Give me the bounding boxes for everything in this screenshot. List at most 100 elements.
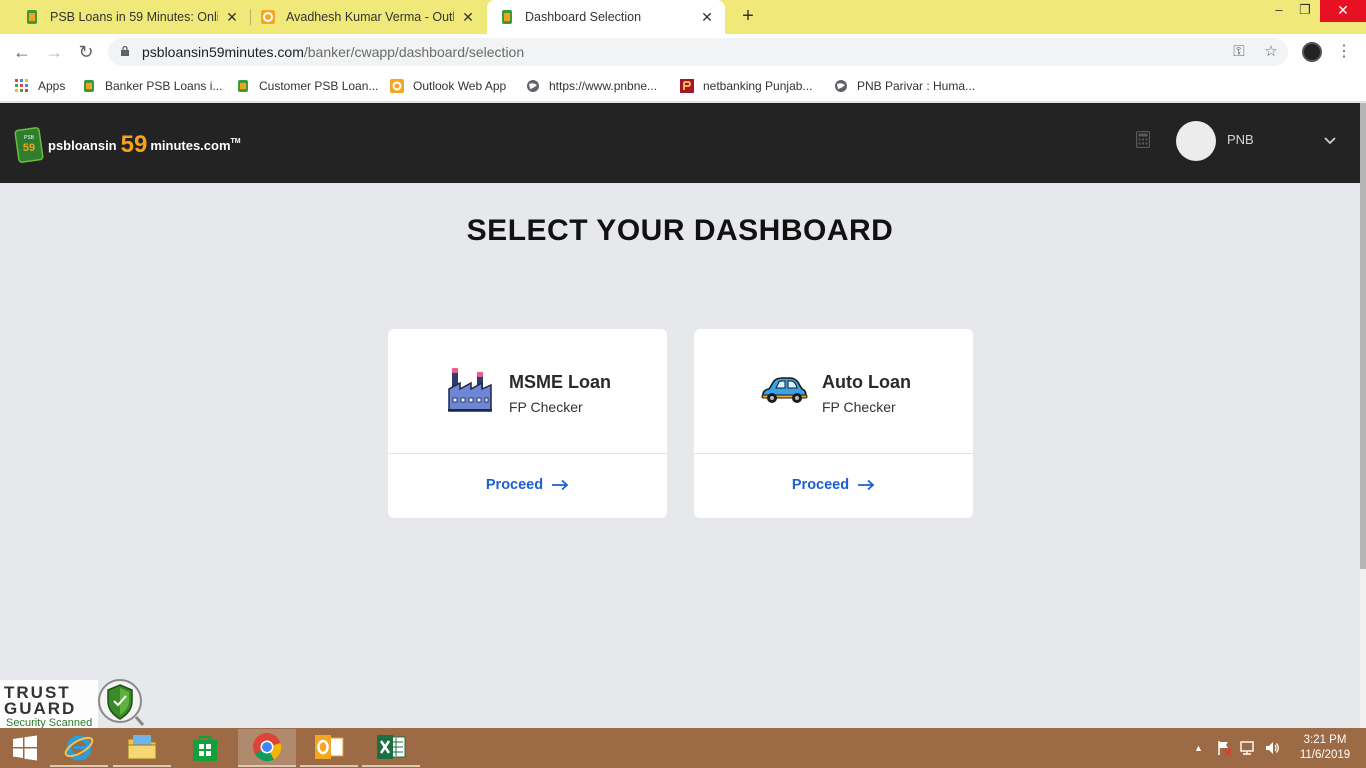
bookmarks-bar: Apps Banker PSB Loans i... Customer PSB … — [0, 70, 1366, 102]
bookmark-customer-psb[interactable]: Customer PSB Loan... — [235, 76, 378, 96]
restore-button[interactable]: ❐ — [1290, 0, 1320, 22]
user-avatar[interactable] — [1176, 121, 1216, 161]
tab-outlook[interactable]: Avadhesh Kumar Verma - Outloo ✕ — [250, 0, 486, 34]
outlook-icon — [260, 9, 276, 25]
action-center-flag-icon[interactable] — [1216, 740, 1232, 756]
factory-icon — [448, 368, 492, 412]
apps-grid-icon — [14, 78, 30, 94]
close-icon[interactable]: ✕ — [460, 9, 476, 26]
auto-loan-card[interactable]: Auto Loan FP Checker Proceed — [694, 329, 973, 518]
logo-badge-number: 59 — [23, 142, 35, 154]
taskbar-store[interactable] — [176, 729, 234, 767]
proceed-label: Proceed — [791, 477, 850, 493]
globe-icon — [525, 78, 541, 94]
proceed-button[interactable]: Proceed — [388, 477, 667, 493]
card-subtitle: FP Checker — [822, 399, 896, 415]
lock-icon — [121, 46, 129, 56]
excel-icon — [377, 735, 406, 759]
logo-text-prefix: psbloansin — [48, 137, 117, 153]
logo-text-suffix: minutes.com — [150, 137, 231, 153]
window-close-button[interactable]: ✕ — [1320, 0, 1366, 22]
taskbar-clock[interactable]: 3:21 PM 11/6/2019 — [1296, 733, 1354, 763]
bookmark-label: PNB Parivar : Huma... — [857, 79, 976, 93]
back-button[interactable]: ← — [10, 40, 34, 64]
tab-title: PSB Loans in 59 Minutes: Online L — [50, 10, 218, 24]
url-text: psbloansin59minutes.com/banker/cwapp/das… — [142, 44, 524, 60]
bookmark-label: Banker PSB Loans i... — [105, 79, 223, 93]
new-tab-button[interactable]: + — [737, 6, 759, 28]
pnb-icon — [679, 78, 695, 94]
show-hidden-icons[interactable]: ▲ — [1194, 743, 1203, 753]
trust-guard-box: TRUST GUARD Security Scanned — [0, 680, 98, 729]
card-subtitle: FP Checker — [509, 399, 583, 415]
file-explorer-icon — [127, 735, 157, 760]
logo-number: 59 — [120, 131, 148, 158]
url-path: /banker/cwapp/dashboard/selection — [303, 44, 525, 60]
bookmark-label: netbanking Punjab... — [703, 79, 813, 93]
menu-icon[interactable]: ⋮ — [1336, 40, 1352, 64]
bookmark-label: https://www.pnbne... — [549, 79, 658, 93]
bookmark-outlook-web-app[interactable]: Outlook Web App — [389, 76, 506, 96]
card-header: MSME Loan FP Checker — [388, 329, 667, 454]
reload-button[interactable]: ↻ — [74, 40, 98, 64]
outlook-icon — [389, 78, 405, 94]
tab-title: Dashboard Selection — [525, 10, 642, 24]
page-scrollbar-thumb[interactable] — [1360, 103, 1366, 569]
forward-button[interactable]: → — [42, 40, 66, 64]
browser-toolbar: ← → ↻ psbloansin59minutes.com/banker/cwa… — [0, 34, 1366, 70]
globe-icon — [833, 78, 849, 94]
bookmark-banker-psb[interactable]: Banker PSB Loans i... — [81, 76, 222, 96]
page-title: SELECT YOUR DASHBOARD — [466, 214, 894, 247]
psb-favicon-icon — [81, 78, 97, 94]
card-header: Auto Loan FP Checker — [694, 329, 973, 454]
address-bar[interactable]: psbloansin59minutes.com/banker/cwapp/das… — [108, 38, 1288, 66]
logo-badge-icon: PSB 59 — [14, 127, 44, 163]
taskbar-chrome[interactable] — [238, 729, 296, 767]
trust-guard-seal[interactable]: TRUST GUARD Security Scanned — [0, 677, 146, 729]
msme-loan-card[interactable]: MSME Loan FP Checker Proceed — [388, 329, 667, 518]
network-icon[interactable] — [1240, 740, 1256, 756]
store-icon — [193, 736, 217, 761]
star-icon[interactable]: ☆ — [1261, 42, 1281, 62]
close-icon[interactable]: ✕ — [224, 9, 240, 26]
car-icon — [761, 377, 808, 403]
bookmark-label: Outlook Web App — [413, 79, 507, 93]
arrow-right-icon — [858, 479, 875, 491]
close-icon[interactable]: ✕ — [699, 9, 715, 26]
bookmark-netbanking-punjab[interactable]: netbanking Punjab... — [679, 76, 812, 96]
card-title: Auto Loan — [822, 372, 911, 392]
trust-guard-line2: GUARD — [4, 699, 77, 718]
calculator-icon[interactable] — [1136, 131, 1150, 148]
taskbar-internet-explorer[interactable] — [50, 729, 108, 767]
shield-icon — [98, 679, 144, 726]
start-icon — [13, 735, 37, 761]
bookmark-apps[interactable]: Apps — [14, 76, 65, 96]
internet-explorer-icon — [64, 735, 94, 761]
proceed-button[interactable]: Proceed — [694, 477, 973, 493]
psb-favicon-icon — [235, 78, 251, 94]
card-title: MSME Loan — [509, 372, 611, 392]
clock-time: 3:21 PM — [1303, 734, 1347, 746]
windows-taskbar: ▲ 3:21 PM 11/6/2019 — [0, 728, 1366, 768]
taskbar-excel[interactable] — [362, 729, 420, 767]
user-name[interactable]: PNB — [1227, 132, 1254, 147]
tab-psb-loans[interactable]: PSB Loans in 59 Minutes: Online L ✕ — [0, 0, 250, 34]
taskbar-file-explorer[interactable] — [113, 729, 171, 767]
app-header: PSB 59 psbloansin 59 minutes.com TM PNB — [0, 103, 1360, 183]
key-icon[interactable]: ⚿ — [1229, 42, 1249, 62]
start-button[interactable] — [0, 729, 50, 767]
bookmark-label: Apps — [38, 79, 66, 93]
chevron-down-icon[interactable] — [1322, 133, 1338, 149]
tab-dashboard-selection[interactable]: Dashboard Selection ✕ — [487, 0, 725, 34]
bookmark-pnb-parivar[interactable]: PNB Parivar : Huma... — [833, 76, 975, 96]
logo-badge-text: PSB — [24, 135, 35, 141]
logo-trademark: TM — [230, 137, 241, 145]
taskbar-outlook[interactable] — [300, 729, 358, 767]
arrow-right-icon — [552, 479, 569, 491]
site-logo[interactable]: PSB 59 psbloansin 59 minutes.com TM — [14, 125, 241, 165]
bookmark-pnbnet[interactable]: https://www.pnbne... — [525, 76, 657, 96]
outlook-icon — [315, 735, 344, 759]
profile-avatar[interactable] — [1302, 42, 1322, 62]
psb-favicon-icon — [499, 9, 515, 25]
volume-icon[interactable] — [1264, 740, 1280, 756]
